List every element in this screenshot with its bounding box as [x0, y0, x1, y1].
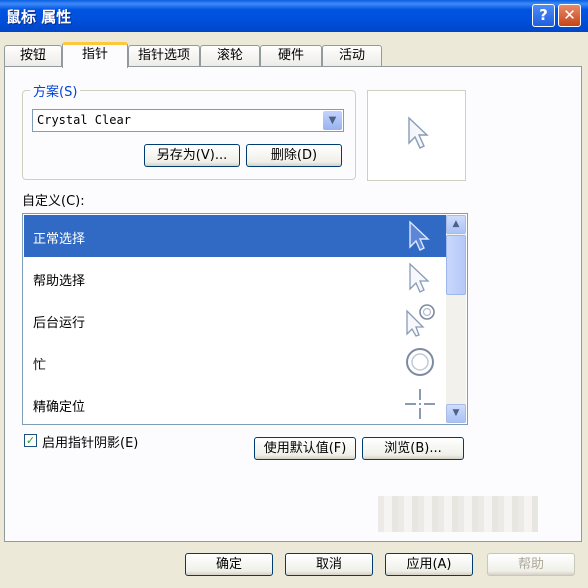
use-default-button[interactable]: 使用默认值(F): [254, 437, 356, 460]
pointer-shadow-checkbox[interactable]: ✓: [24, 434, 37, 447]
scheme-select-value: Crystal Clear: [37, 113, 131, 127]
chevron-down-icon[interactable]: ▼: [323, 111, 342, 130]
title-bar[interactable]: 鼠标 属性 ? ✕: [0, 0, 588, 32]
tab-wheel[interactable]: 滚轮: [200, 45, 260, 67]
scheme-label: 方案(S): [30, 81, 81, 100]
delete-scheme-button[interactable]: 删除(D): [246, 144, 342, 167]
pointer-shadow-label[interactable]: 启用指针阴影(E): [42, 432, 138, 451]
ok-button[interactable]: 确定: [185, 553, 273, 576]
cursor-preview: [367, 90, 466, 181]
help-title-button[interactable]: ?: [532, 4, 555, 27]
busy-cursor-icon: [406, 348, 434, 376]
customize-label: 自定义(C):: [22, 194, 85, 209]
help-button[interactable]: 帮助: [487, 553, 575, 576]
scroll-thumb[interactable]: [446, 235, 466, 295]
list-item-label: 精确定位: [33, 400, 86, 415]
tab-hardware[interactable]: 硬件: [260, 45, 322, 67]
help-cursor-icon: [409, 262, 430, 293]
cursor-list[interactable]: 正常选择 帮助选择 后台运行 忙 精确定位 ▲ ▼: [22, 213, 468, 425]
arrow-cursor-icon: [408, 116, 429, 149]
browse-button[interactable]: 浏览(B)...: [362, 437, 464, 460]
tab-pointers[interactable]: 指针: [62, 42, 128, 68]
list-item-label: 后台运行: [33, 316, 86, 331]
save-as-button[interactable]: 另存为(V)...: [144, 144, 240, 167]
list-item-busy[interactable]: 忙: [24, 341, 446, 383]
precision-crosshair-icon: [405, 389, 435, 419]
arrow-cursor-icon: [409, 220, 430, 251]
list-item-working-background[interactable]: 后台运行: [24, 299, 446, 341]
cancel-button[interactable]: 取消: [285, 553, 373, 576]
blurred-watermark: [378, 496, 538, 532]
tab-pointer-options[interactable]: 指针选项: [128, 45, 200, 67]
working-in-background-cursor-icon: [406, 304, 435, 337]
tab-activity[interactable]: 活动: [322, 45, 382, 67]
list-item-normal-select[interactable]: 正常选择: [24, 215, 446, 257]
window-title: 鼠标 属性: [6, 8, 72, 26]
close-button[interactable]: ✕: [558, 4, 581, 27]
list-item-label: 帮助选择: [33, 274, 86, 289]
scroll-up-icon[interactable]: ▲: [446, 215, 466, 234]
apply-button[interactable]: 应用(A): [385, 553, 473, 576]
tab-buttons[interactable]: 按钮: [4, 45, 62, 67]
list-item-label: 正常选择: [33, 232, 86, 247]
list-item-label: 忙: [33, 358, 47, 373]
scroll-down-icon[interactable]: ▼: [446, 404, 466, 423]
list-item-help-select[interactable]: 帮助选择: [24, 257, 446, 299]
list-item-precision-select[interactable]: 精确定位: [24, 383, 446, 424]
list-scrollbar[interactable]: ▲ ▼: [446, 215, 466, 423]
scheme-select[interactable]: Crystal Clear ▼: [32, 109, 344, 132]
